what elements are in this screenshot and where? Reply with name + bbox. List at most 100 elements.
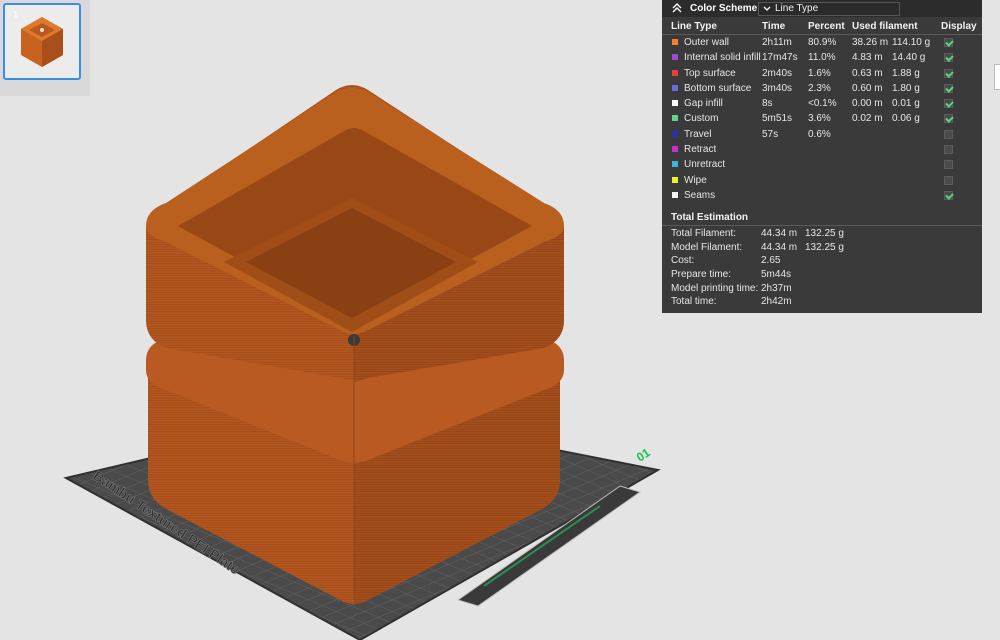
total-value: 5m44s (761, 269, 792, 281)
total-value-secondary: 132.25 g (805, 241, 844, 253)
total-row: Prepare time: 5m44s (662, 268, 982, 282)
total-estimation-list: Total Filament: 44.34 m 132.25 g Model Fila… (662, 227, 982, 309)
line-type-label: Retract (684, 144, 717, 156)
display-checkbox[interactable] (944, 99, 953, 109)
column-header-percent: Percent (808, 21, 845, 32)
percent-value: 11.0% (808, 52, 836, 64)
color-swatch (672, 84, 678, 91)
time-value: 3m40s (762, 82, 793, 94)
total-row: Total Filament: 44.34 m 132.25 g (662, 227, 982, 241)
column-header-used-filament: Used filament (852, 21, 918, 32)
collapse-icon[interactable] (671, 2, 683, 14)
filament-weight-value: 0.01 g (892, 98, 920, 110)
column-header-line-type: Line Type (671, 21, 717, 32)
display-checkbox[interactable] (944, 160, 953, 170)
line-type-label: Seams (684, 189, 716, 201)
display-checkbox[interactable] (944, 68, 953, 78)
line-type-label: Custom (684, 113, 719, 125)
total-row: Cost: 2.65 (662, 254, 982, 268)
total-value: 44.34 m (761, 241, 798, 253)
filament-length-value: 38.26 m (852, 37, 889, 48)
color-swatch (672, 54, 678, 61)
color-swatch (672, 161, 678, 168)
time-value: 8s (762, 98, 773, 110)
line-type-row: Wipe (662, 173, 982, 188)
filament-length-value: 4.83 m (852, 52, 883, 64)
color-swatch (672, 69, 678, 76)
display-checkbox[interactable] (944, 114, 953, 124)
line-type-label: Internal solid infill (684, 52, 761, 64)
total-value: 2h42m (761, 296, 792, 308)
line-type-row: Custom 5m51s 3.6% 0.02 m 0.06 g (662, 111, 982, 126)
color-swatch (672, 130, 678, 137)
line-type-label: Top surface (684, 67, 736, 79)
total-label: Cost: (671, 255, 695, 267)
total-value-secondary: 132.25 g (805, 228, 844, 239)
filament-weight-value: 1.88 g (892, 67, 920, 79)
color-scheme-dropdown[interactable]: Line Type (758, 2, 900, 16)
color-swatch (672, 146, 678, 153)
plate-thumbnail-panel: 1 (0, 0, 90, 96)
display-checkbox[interactable] (944, 129, 953, 139)
percent-value: 80.9% (808, 37, 837, 48)
line-type-label: Outer wall (684, 37, 730, 48)
percent-value: 3.6% (808, 113, 831, 125)
filament-weight-value: 1.80 g (892, 82, 920, 94)
color-scheme-value: Line Type (775, 3, 819, 14)
line-type-label: Unretract (684, 159, 726, 171)
display-checkbox[interactable] (944, 38, 953, 47)
line-type-row: Bottom surface 3m40s 2.3% 0.60 m 1.80 g (662, 81, 982, 96)
filament-weight-value: 114.10 g (892, 37, 931, 48)
total-label: Total time: (671, 296, 717, 308)
display-checkbox[interactable] (944, 53, 953, 63)
line-type-label: Bottom surface (684, 82, 752, 94)
percent-value: 2.3% (808, 82, 831, 94)
line-type-row: Seams (662, 188, 982, 203)
display-checkbox[interactable] (944, 175, 953, 185)
printed-model[interactable] (146, 85, 564, 604)
chevron-down-icon (763, 6, 771, 11)
total-row: Model printing time: 2h37m (662, 282, 982, 296)
line-type-row: Top surface 2m40s 1.6% 0.63 m 1.88 g (662, 66, 982, 81)
total-row: Model Filament: 44.34 m 132.25 g (662, 241, 982, 255)
time-value: 57s (762, 128, 779, 140)
plate-number: 01 (634, 445, 653, 464)
legend-panel: Color Scheme Line Type Line Type Time Pe… (662, 0, 982, 313)
model-thumbnail-icon (21, 17, 63, 67)
total-label: Prepare time: (671, 269, 732, 281)
total-label: Total Filament: (671, 228, 737, 239)
filament-weight-value: 14.40 g (892, 52, 926, 64)
filament-length-value: 0.60 m (852, 82, 883, 94)
color-swatch (672, 191, 678, 198)
line-type-row: Retract (662, 142, 982, 157)
divider (662, 225, 982, 226)
filament-length-value: 0.02 m (852, 113, 883, 125)
display-checkbox[interactable] (944, 190, 953, 200)
line-type-row: Travel 57s 0.6% (662, 127, 982, 142)
total-estimation-title: Total Estimation (671, 212, 749, 223)
line-type-row: Internal solid infill 17m47s 11.0% 4.83 m 14… (662, 50, 982, 65)
line-type-list: Outer wall 2h11m 80.9% 38.26 m 114.10 g Inter… (662, 35, 982, 203)
time-value: 17m47s (762, 52, 798, 64)
display-checkbox[interactable] (944, 145, 953, 155)
total-label: Model printing time: (671, 282, 759, 294)
line-type-label: Travel (684, 128, 712, 140)
line-type-row: Gap infill 8s <0.1% 0.00 m 0.01 g (662, 96, 982, 111)
time-value: 2h11m (762, 37, 792, 48)
column-header-time: Time (762, 21, 786, 32)
column-header-display: Display (941, 21, 977, 32)
plate-thumbnail[interactable]: 1 (3, 3, 81, 80)
percent-value: <0.1% (808, 98, 837, 110)
total-label: Model Filament: (671, 241, 743, 253)
side-panel-tab[interactable] (994, 64, 1000, 90)
line-type-row: Outer wall 2h11m 80.9% 38.26 m 114.10 g (662, 35, 982, 50)
display-checkbox[interactable] (944, 83, 953, 93)
percent-value: 0.6% (808, 128, 831, 140)
color-swatch (672, 100, 678, 107)
percent-value: 1.6% (808, 67, 831, 79)
color-swatch (672, 176, 678, 183)
filament-length-value: 0.00 m (852, 98, 883, 110)
total-value: 44.34 m (761, 228, 798, 239)
color-swatch (672, 115, 678, 122)
color-scheme-label: Color Scheme (690, 3, 758, 14)
